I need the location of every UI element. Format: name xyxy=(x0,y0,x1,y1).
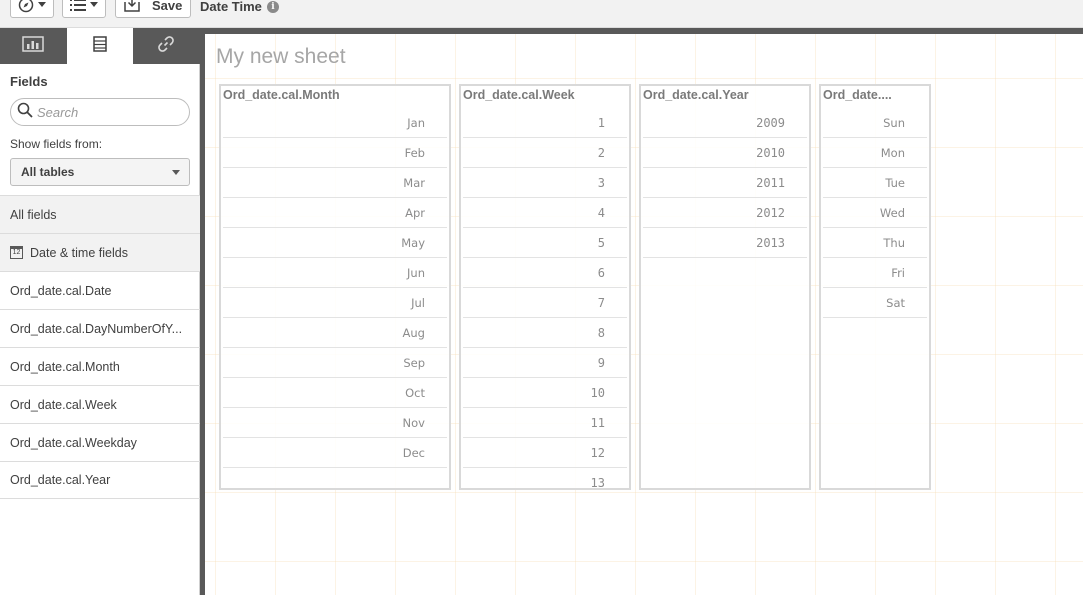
listbox-value[interactable]: Dec xyxy=(223,438,447,468)
field-list: All fields 12 Date & time fields Ord_dat… xyxy=(0,195,200,499)
listbox-value[interactable]: Wed xyxy=(823,198,927,228)
field-item-all-fields[interactable]: All fields xyxy=(0,195,200,233)
listbox-value[interactable]: 2010 xyxy=(643,138,807,168)
sheet-title: My new sheet xyxy=(216,45,346,68)
field-label: Ord_date.cal.Year xyxy=(10,473,111,487)
listbox-title: Ord_date.... xyxy=(823,88,892,102)
listbox-value[interactable]: 1 xyxy=(463,108,627,138)
sheet-canvas: My new sheet Ord_date.cal.Month Jan Feb Ma… xyxy=(205,34,1083,595)
listbox-value[interactable]: 2 xyxy=(463,138,627,168)
listbox-value[interactable]: Fri xyxy=(823,258,927,288)
fields-heading: Fields xyxy=(10,74,48,89)
tab-master-items[interactable] xyxy=(133,28,200,64)
listbox-value[interactable]: Mar xyxy=(223,168,447,198)
listbox-value[interactable]: 2011 xyxy=(643,168,807,198)
listbox-value[interactable]: Sat xyxy=(823,288,927,318)
field-label: All fields xyxy=(10,207,57,222)
filter-pane-year[interactable]: Ord_date.cal.Year 2009 2010 2011 2012 2013 xyxy=(639,84,811,490)
listbox-value[interactable]: Jan xyxy=(223,108,447,138)
save-button[interactable]: Save xyxy=(115,0,191,18)
field-item[interactable]: Ord_date.cal.Weekday xyxy=(0,423,200,461)
tab-charts[interactable] xyxy=(0,28,67,64)
listbox-value[interactable]: 3 xyxy=(463,168,627,198)
table-select[interactable]: All tables xyxy=(10,158,190,186)
listbox-value[interactable]: Nov xyxy=(223,408,447,438)
listbox-value[interactable]: 5 xyxy=(463,228,627,258)
listbox-value[interactable]: Sun xyxy=(823,108,927,138)
listbox-values: Sun Mon Tue Wed Thu Fri Sat xyxy=(823,108,927,318)
listbox-values: Jan Feb Mar Apr May Jun Jul Aug Sep Oct Nov Dec xyxy=(223,108,447,468)
search-box[interactable] xyxy=(10,98,190,126)
dropdown-arrow-icon xyxy=(172,170,180,175)
listbox-values: 2009 2010 2011 2012 2013 xyxy=(643,108,807,258)
listbox-value[interactable]: 7 xyxy=(463,288,627,318)
list-icon xyxy=(70,0,86,12)
listbox-value[interactable]: Jun xyxy=(223,258,447,288)
field-label: Ord_date.cal.Weekday xyxy=(10,435,137,450)
toolbar: Save Date Time i xyxy=(0,0,1083,28)
field-label: Ord_date.cal.Date xyxy=(10,283,112,298)
show-fields-label: Show fields from: xyxy=(10,137,103,151)
listbox-value[interactable]: Aug xyxy=(223,318,447,348)
info-icon[interactable]: i xyxy=(266,0,279,13)
listbox-value[interactable]: 10 xyxy=(463,378,627,408)
field-item[interactable]: Ord_date.cal.Date xyxy=(0,271,200,309)
listbox-value[interactable]: 12 xyxy=(463,438,627,468)
field-label: Ord_date.cal.DayNumberOfY... xyxy=(10,321,183,336)
listbox-title: Ord_date.cal.Year xyxy=(643,88,749,102)
listbox-values: 1 2 3 4 5 6 7 8 9 10 11 12 13 xyxy=(463,108,627,489)
field-item-date-time-fields[interactable]: 12 Date & time fields xyxy=(0,233,200,271)
listbox-title: Ord_date.cal.Month xyxy=(223,88,340,102)
listbox-value[interactable]: 2009 xyxy=(643,108,807,138)
table-select-value: All tables xyxy=(21,165,75,179)
filter-pane-week[interactable]: Ord_date.cal.Week 1 2 3 4 5 6 7 8 9 10 11 12 13 xyxy=(459,84,631,490)
listbox-value[interactable]: 4 xyxy=(463,198,627,228)
listbox-value[interactable]: 2013 xyxy=(643,228,807,258)
search-input[interactable] xyxy=(37,104,177,120)
listbox-value[interactable]: 6 xyxy=(463,258,627,288)
listbox-value[interactable]: Jul xyxy=(223,288,447,318)
field-item[interactable]: Ord_date.cal.DayNumberOfY... xyxy=(0,309,200,347)
sheet-name-label: Date Time xyxy=(200,0,262,14)
listbox-value[interactable]: 8 xyxy=(463,318,627,348)
listbox-value[interactable]: 13 xyxy=(463,468,627,489)
listbox-value[interactable]: 11 xyxy=(463,408,627,438)
chevron-down-icon xyxy=(38,2,46,8)
field-label: Ord_date.cal.Month xyxy=(10,359,120,374)
link-icon xyxy=(157,35,175,57)
field-label: Ord_date.cal.Week xyxy=(10,397,117,412)
sheet-name: Date Time i xyxy=(200,0,279,14)
filter-pane-weekday[interactable]: Ord_date.... Sun Mon Tue Wed Thu Fri Sat xyxy=(819,84,931,490)
field-item[interactable]: Ord_date.cal.Month xyxy=(0,347,200,385)
calendar-icon: 12 xyxy=(10,246,23,259)
listbox-value[interactable]: Thu xyxy=(823,228,927,258)
listbox-value[interactable]: May xyxy=(223,228,447,258)
search-icon xyxy=(17,102,33,122)
fields-list-icon xyxy=(93,36,107,56)
fields-panel: Fields Show fields from: All tables All … xyxy=(0,64,200,595)
listbox-value[interactable]: Tue xyxy=(823,168,927,198)
listbox-value[interactable]: 2012 xyxy=(643,198,807,228)
navigation-menu-button[interactable] xyxy=(10,0,54,18)
filter-pane-month[interactable]: Ord_date.cal.Month Jan Feb Mar Apr May Jun Jul… xyxy=(219,84,451,490)
listbox-title: Ord_date.cal.Week xyxy=(463,88,575,102)
chevron-down-icon xyxy=(90,2,98,8)
compass-icon xyxy=(18,0,34,13)
save-icon xyxy=(124,0,140,15)
field-label: Date & time fields xyxy=(30,245,128,260)
tab-fields[interactable] xyxy=(66,28,134,64)
listbox-value[interactable]: Apr xyxy=(223,198,447,228)
field-item[interactable]: Ord_date.cal.Week xyxy=(0,385,200,423)
listbox-value[interactable]: Sep xyxy=(223,348,447,378)
listbox-value[interactable]: Feb xyxy=(223,138,447,168)
listbox-value[interactable]: Oct xyxy=(223,378,447,408)
global-menu-button[interactable] xyxy=(62,0,106,18)
asset-panel-tabs xyxy=(0,28,200,64)
field-item[interactable]: Ord_date.cal.Year xyxy=(0,461,200,499)
listbox-value[interactable]: 9 xyxy=(463,348,627,378)
chart-icon xyxy=(22,36,45,56)
listbox-value[interactable]: Mon xyxy=(823,138,927,168)
save-label: Save xyxy=(152,0,183,13)
